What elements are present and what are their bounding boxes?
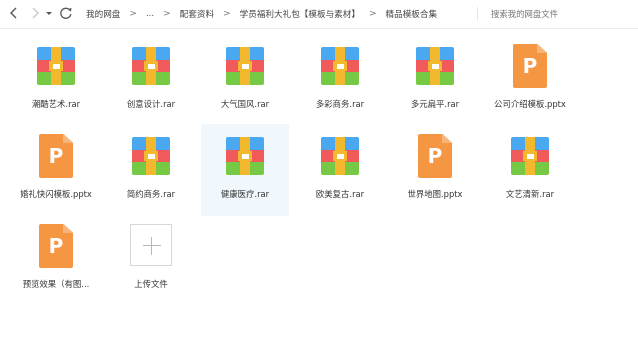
toolbar: 我的网盘 >... > 配套资料 > 学员福利大礼包【模板与素材】 > 精品模板合集 [0,0,638,29]
file-item[interactable]: 欧美复古.rar [296,124,384,216]
history-dropdown[interactable] [44,5,54,21]
archive-icon [321,47,359,85]
file-item[interactable]: 多元扁平.rar [391,34,479,126]
file-item[interactable]: 健康医疗.rar [201,124,289,216]
pptx-icon: P [39,134,73,178]
breadcrumb-separator: > [368,9,377,19]
file-item[interactable]: 大气国风.rar [201,34,289,126]
file-name: 多元扁平.rar [410,99,460,109]
archive-icon [511,137,549,175]
upload-file-button[interactable]: 上传文件 [107,214,195,306]
file-item[interactable]: 潮酷艺术.rar [12,34,100,126]
file-name: 健康医疗.rar [220,189,270,199]
file-item[interactable]: P 预览效果（有图... [12,214,100,306]
file-item[interactable]: P 婚礼快闪模板.pptx [12,124,100,216]
breadcrumb-separator: > [163,9,171,19]
breadcrumb-item[interactable]: 我的网盘 [86,8,120,20]
plus-icon [130,224,172,266]
file-item[interactable]: P 公司介绍模板.pptx [486,34,574,126]
search-input[interactable] [491,6,631,21]
file-name: 世界地图.pptx [407,189,463,199]
archive-icon [37,47,75,85]
breadcrumb: 我的网盘 >... > 配套资料 > 学员福利大礼包【模板与素材】 > 精品模板合集 [86,0,437,28]
file-name: 大气国风.rar [220,99,270,109]
file-name: 婚礼快闪模板.pptx [20,189,92,199]
file-item[interactable]: 创意设计.rar [107,34,195,126]
breadcrumb-item[interactable]: 学员福利大礼包【模板与素材】 [240,8,360,20]
file-name: 创意设计.rar [126,99,176,109]
divider [477,7,478,21]
pptx-icon: P [513,44,547,88]
caret-down-icon [46,12,52,15]
upload-label: 上传文件 [134,279,168,289]
breadcrumb-separator: > [223,9,231,19]
chevron-left-icon [10,7,17,19]
file-name: 简约商务.rar [126,189,176,199]
breadcrumb-separator: > [129,9,137,19]
file-name: 公司介绍模板.pptx [494,99,566,109]
back-button[interactable] [6,5,22,21]
breadcrumb-item[interactable]: 配套资料 [180,8,214,20]
breadcrumb-item[interactable]: 精品模板合集 [386,8,438,20]
archive-icon [416,47,454,85]
file-name: 预览效果（有图... [22,279,90,289]
breadcrumb-item[interactable]: ... [146,9,154,19]
file-name: 潮酷艺术.rar [31,99,81,109]
pptx-icon: P [418,134,452,178]
archive-icon [226,137,264,175]
file-item[interactable]: 文艺清新.rar [486,124,574,216]
file-name: 多彩商务.rar [315,99,365,109]
forward-button[interactable] [27,5,43,21]
file-name: 欧美复古.rar [315,189,365,199]
refresh-icon [60,7,72,19]
chevron-right-icon [32,7,39,19]
refresh-button[interactable] [58,5,74,21]
archive-icon [132,47,170,85]
file-item[interactable]: P 世界地图.pptx [391,124,479,216]
archive-icon [321,137,359,175]
archive-icon [226,47,264,85]
file-name: 文艺清新.rar [505,189,555,199]
file-item[interactable]: 简约商务.rar [107,124,195,216]
pptx-icon: P [39,224,73,268]
file-item[interactable]: 多彩商务.rar [296,34,384,126]
archive-icon [132,137,170,175]
